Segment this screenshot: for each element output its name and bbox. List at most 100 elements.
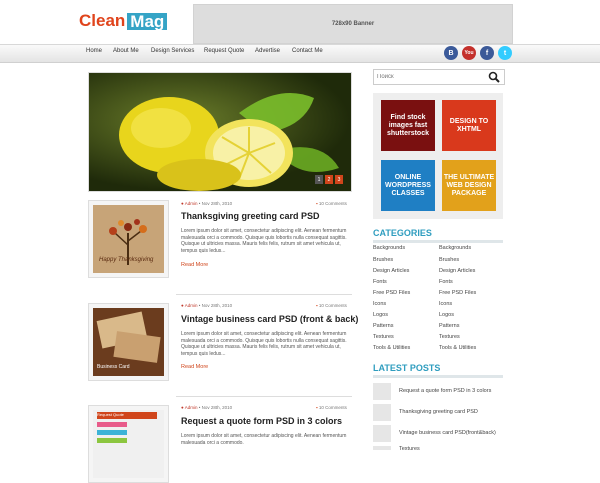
latest-post-thumbnail[interactable] bbox=[373, 425, 391, 442]
ad-web-design-package[interactable]: THE ULTIMATE WEB DESIGN PACKAGE bbox=[442, 160, 496, 211]
ad-wordpress-classes[interactable]: ONLINE WORDPRESS CLASSES bbox=[381, 160, 435, 211]
site-logo[interactable]: Clean Mag bbox=[79, 11, 168, 31]
latest-post-link[interactable]: Request a quote form PSD in 3 colors bbox=[399, 388, 491, 394]
post-title[interactable]: Thanksgiving greeting card PSD bbox=[181, 211, 320, 221]
latest-post-link[interactable]: Vintage business card PSD(front&back) bbox=[399, 430, 496, 436]
slider-page-3[interactable]: 3 bbox=[335, 175, 343, 184]
thumb-caption: Happy Thanksgiving bbox=[99, 257, 154, 263]
form-field-shape bbox=[97, 422, 127, 427]
post-author[interactable]: Admin bbox=[185, 303, 198, 308]
post-comments[interactable]: ▪ 10 Comments bbox=[316, 303, 347, 308]
slider-page-2[interactable]: 2 bbox=[325, 175, 333, 184]
category-link[interactable]: Icons bbox=[373, 301, 386, 307]
divider bbox=[176, 294, 352, 295]
author-icon: ● bbox=[181, 201, 184, 206]
category-link[interactable]: Patterns bbox=[373, 323, 393, 329]
post-date: Nov 28th, 2010 bbox=[201, 303, 233, 308]
latest-posts-heading: LATEST POSTS bbox=[373, 363, 441, 373]
comment-icon: ▪ bbox=[316, 303, 318, 308]
category-link[interactable]: Backgrounds bbox=[439, 245, 471, 251]
latest-post-thumbnail[interactable] bbox=[373, 446, 391, 450]
post-excerpt: Lorem ipsum dolor sit amet, consectetur … bbox=[181, 228, 347, 254]
ad-grid: Find stock images fast shutterstock DESI… bbox=[373, 93, 503, 219]
post-title[interactable]: Vintage business card PSD (front & back) bbox=[181, 314, 358, 324]
read-more-link[interactable]: Read More bbox=[181, 262, 208, 268]
post-excerpt: Lorem ipsum dolor sit amet, consectetur … bbox=[181, 331, 347, 357]
post-comments[interactable]: ▪ 10 Comments bbox=[316, 201, 347, 206]
read-more-link[interactable]: Read More bbox=[181, 364, 208, 370]
comment-icon: ▪ bbox=[316, 405, 318, 410]
youtube-icon[interactable]: You bbox=[462, 46, 476, 60]
latest-post-thumbnail[interactable] bbox=[373, 383, 391, 400]
search-input[interactable] bbox=[377, 72, 477, 81]
nav-item-request-quote[interactable]: Request Quote bbox=[204, 48, 244, 54]
category-link[interactable]: Tools & Utilities bbox=[373, 345, 410, 351]
lemon-image bbox=[119, 93, 339, 191]
latest-post-thumbnail[interactable] bbox=[373, 404, 391, 421]
category-link[interactable]: Patterns bbox=[439, 323, 459, 329]
post-meta: ● Admin • Nov 28th, 2010 bbox=[181, 303, 233, 308]
post-title[interactable]: Request a quote form PSD in 3 colors bbox=[181, 416, 342, 426]
header-banner[interactable]: 728x90 Banner bbox=[193, 4, 513, 44]
nav-item-about[interactable]: About Me bbox=[113, 48, 139, 54]
post-comments[interactable]: ▪ 10 Comments bbox=[316, 405, 347, 410]
category-link[interactable]: Tools & Utilities bbox=[439, 345, 476, 351]
facebook-icon[interactable]: f bbox=[480, 46, 494, 60]
comments-count: 10 Comments bbox=[318, 201, 347, 206]
category-link[interactable]: Free PSD Files bbox=[373, 290, 410, 296]
thumb-caption: Request Quote bbox=[97, 412, 157, 419]
blog-social-icon[interactable]: B bbox=[444, 46, 458, 60]
comments-count: 10 Comments bbox=[318, 303, 347, 308]
logo-text-clean: Clean bbox=[79, 11, 126, 30]
category-link[interactable]: Free PSD Files bbox=[439, 290, 476, 296]
post-thumbnail[interactable]: Request Quote bbox=[88, 405, 169, 483]
post-meta: ● Admin • Nov 28th, 2010 bbox=[181, 201, 233, 206]
post-meta: ● Admin • Nov 28th, 2010 bbox=[181, 405, 233, 410]
business-card-back bbox=[113, 331, 161, 363]
thumb-caption: Business Card bbox=[97, 364, 130, 370]
category-link[interactable]: Logos bbox=[439, 312, 454, 318]
post-date: Nov 28th, 2010 bbox=[201, 201, 233, 206]
category-link[interactable]: Design Articles bbox=[373, 268, 409, 274]
post-author[interactable]: Admin bbox=[185, 201, 198, 206]
form-field-shape bbox=[97, 438, 127, 443]
divider bbox=[176, 396, 352, 397]
main-nav: Home About Me Design Services Request Qu… bbox=[0, 44, 600, 63]
category-link[interactable]: Icons bbox=[439, 301, 452, 307]
category-link[interactable]: Brushes bbox=[373, 257, 393, 263]
nav-item-home[interactable]: Home bbox=[86, 48, 102, 54]
category-link[interactable]: Backgrounds bbox=[373, 245, 405, 251]
category-link[interactable]: Design Articles bbox=[439, 268, 475, 274]
nav-item-design-services[interactable]: Design Services bbox=[151, 48, 194, 54]
post-thumbnail[interactable]: Business Card bbox=[88, 303, 169, 381]
post-thumbnail[interactable]: Happy Thanksgiving bbox=[88, 200, 169, 278]
category-link[interactable]: Textures bbox=[373, 334, 394, 340]
nav-item-advertise[interactable]: Advertise bbox=[255, 48, 280, 54]
heading-bar bbox=[373, 375, 503, 378]
twitter-icon[interactable]: t bbox=[498, 46, 512, 60]
post-date: Nov 28th, 2010 bbox=[201, 405, 233, 410]
banner-label: 728x90 Banner bbox=[331, 21, 375, 27]
search-box bbox=[373, 69, 505, 85]
comment-icon: ▪ bbox=[316, 201, 318, 206]
heading-bar bbox=[373, 240, 503, 243]
latest-post-link[interactable]: Thanksgiving greeting card PSD bbox=[399, 409, 478, 415]
logo-text-mag: Mag bbox=[127, 12, 168, 30]
categories-heading: CATEGORIES bbox=[373, 228, 432, 238]
search-icon[interactable] bbox=[488, 71, 500, 83]
category-link[interactable]: Logos bbox=[373, 312, 388, 318]
category-link[interactable]: Textures bbox=[439, 334, 460, 340]
category-link[interactable]: Brushes bbox=[439, 257, 459, 263]
featured-slider[interactable]: 1 2 3 bbox=[88, 72, 352, 192]
ad-design-to-xhtml[interactable]: DESIGN TO XHTML bbox=[442, 100, 496, 151]
form-field-shape bbox=[97, 430, 127, 435]
post-author[interactable]: Admin bbox=[185, 405, 198, 410]
category-link[interactable]: Fonts bbox=[439, 279, 453, 285]
slider-page-1[interactable]: 1 bbox=[315, 175, 323, 184]
comments-count: 10 Comments bbox=[318, 405, 347, 410]
nav-item-contact[interactable]: Contact Me bbox=[292, 48, 323, 54]
category-link[interactable]: Fonts bbox=[373, 279, 387, 285]
latest-post-link[interactable]: Textures bbox=[399, 446, 420, 452]
ad-shutterstock[interactable]: Find stock images fast shutterstock bbox=[381, 100, 435, 151]
author-icon: ● bbox=[181, 303, 184, 308]
